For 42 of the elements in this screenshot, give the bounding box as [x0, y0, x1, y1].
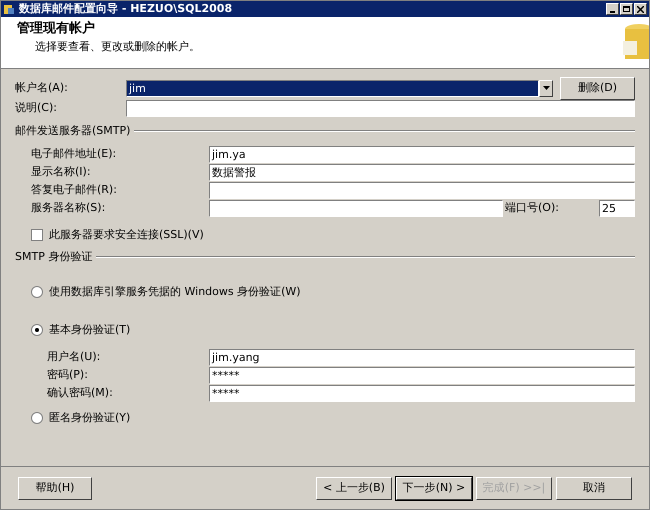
database-icon [3, 3, 15, 15]
field-label: 帐户名(A): [15, 80, 69, 96]
account-dropdown[interactable]: jim [126, 80, 539, 96]
checkbox[interactable] [31, 228, 43, 241]
minimize-icon[interactable] [606, 3, 619, 15]
radio-label: 使用数据库引擎服务凭据的 Windows 身份验证(W) [49, 284, 301, 300]
group-title: SMTP 身份验证 [15, 249, 92, 265]
wizard-button[interactable]: 取消 [556, 476, 632, 500]
field-label: 服务器名称(S): [31, 200, 106, 216]
input-field[interactable]: jim.yang [209, 348, 635, 366]
radio-button[interactable] [31, 286, 43, 298]
field-label: 端口号(O): [504, 200, 560, 216]
input-field[interactable]: 数据警报 [209, 164, 635, 180]
checkbox-label: 此服务器要求安全连接(SSL)(V) [49, 226, 204, 242]
field-label: 电子邮件地址(E): [31, 146, 118, 162]
port-field[interactable]: 25 [599, 200, 635, 216]
wizard-button[interactable]: 删除(D) [560, 76, 635, 100]
window-title: 数据库邮件配置向导 - HEZUO\SQL2008 [19, 1, 234, 17]
radio-label: 匿名身份验证(Y) [49, 410, 130, 426]
maximize-icon[interactable] [620, 3, 633, 15]
field-label: 确认密码(M): [47, 384, 114, 401]
radio-label: 基本身份验证(T) [49, 322, 130, 338]
field-label: 密码(P): [47, 366, 89, 383]
page-subtitle: 选择要查看、更改或删除的帐户。 [34, 38, 201, 54]
input-field[interactable] [209, 182, 635, 198]
input-field[interactable]: ***** [209, 366, 635, 384]
group-title: 邮件发送服务器(SMTP) [15, 123, 130, 139]
radio-button[interactable] [31, 324, 43, 336]
wizard-button[interactable]: 下一步(N) > [396, 476, 472, 500]
close-icon[interactable] [634, 3, 647, 15]
field-label: 显示名称(I): [31, 164, 92, 180]
page-title: 管理现有帐户 [17, 20, 96, 38]
input-field[interactable]: ***** [209, 384, 635, 402]
wizard-button[interactable]: 帮助(H) [18, 476, 92, 500]
field-label: 说明(C): [15, 100, 58, 116]
field-label: 用户名(U): [47, 348, 102, 365]
description-field[interactable] [126, 100, 635, 116]
wizard-button[interactable]: < 上一步(B) [316, 476, 392, 500]
input-field[interactable]: jim.ya [209, 146, 635, 162]
field-label: 答复电子邮件(R): [31, 182, 118, 198]
radio-button[interactable] [31, 412, 43, 424]
input-field[interactable] [209, 200, 503, 216]
